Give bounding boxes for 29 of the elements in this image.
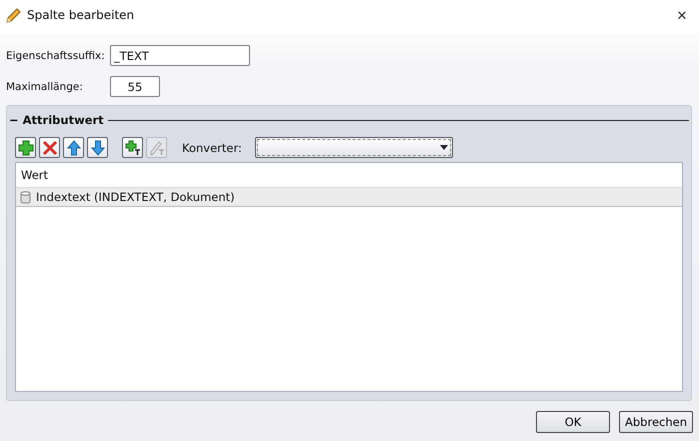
field-label: Maximallänge: <box>6 80 84 92</box>
plus-icon <box>18 140 34 156</box>
pencil-text-icon <box>148 140 164 156</box>
converter-label: Konverter: <box>182 140 242 154</box>
cylinder-icon <box>20 190 31 204</box>
group-title: Attributwert <box>22 113 104 127</box>
pencil-icon <box>6 8 21 22</box>
number-field[interactable]: 55 <box>110 76 160 97</box>
arrow-down-icon <box>90 140 106 156</box>
field-label: Eigenschaftssuffix: <box>6 50 106 62</box>
add-text-button[interactable] <box>122 137 143 158</box>
text-field[interactable]: _TEXT <box>110 45 250 66</box>
plus-text-icon <box>124 140 140 156</box>
column-header: Wert <box>21 168 48 182</box>
delete-button[interactable] <box>39 137 60 158</box>
dialog-button[interactable]: Abbrechen <box>619 411 693 433</box>
close-button[interactable]: ✕ <box>667 8 697 22</box>
collapse-button[interactable]: − <box>9 113 19 127</box>
add-button[interactable] <box>15 137 36 158</box>
arrow-up-icon <box>66 140 82 156</box>
dropdown-arrow-icon <box>440 145 448 150</box>
dialog-button[interactable]: OK <box>536 411 610 433</box>
up-button[interactable] <box>63 137 84 158</box>
converter-dropdown[interactable] <box>254 137 453 158</box>
list-row[interactable]: Indextext (INDEXTEXT, Dokument) <box>16 188 682 207</box>
cross-icon <box>42 140 58 156</box>
down-button[interactable] <box>87 137 108 158</box>
row-text: Indextext (INDEXTEXT, Dokument) <box>36 190 235 204</box>
window-title: Spalte bearbeiten <box>27 8 136 22</box>
